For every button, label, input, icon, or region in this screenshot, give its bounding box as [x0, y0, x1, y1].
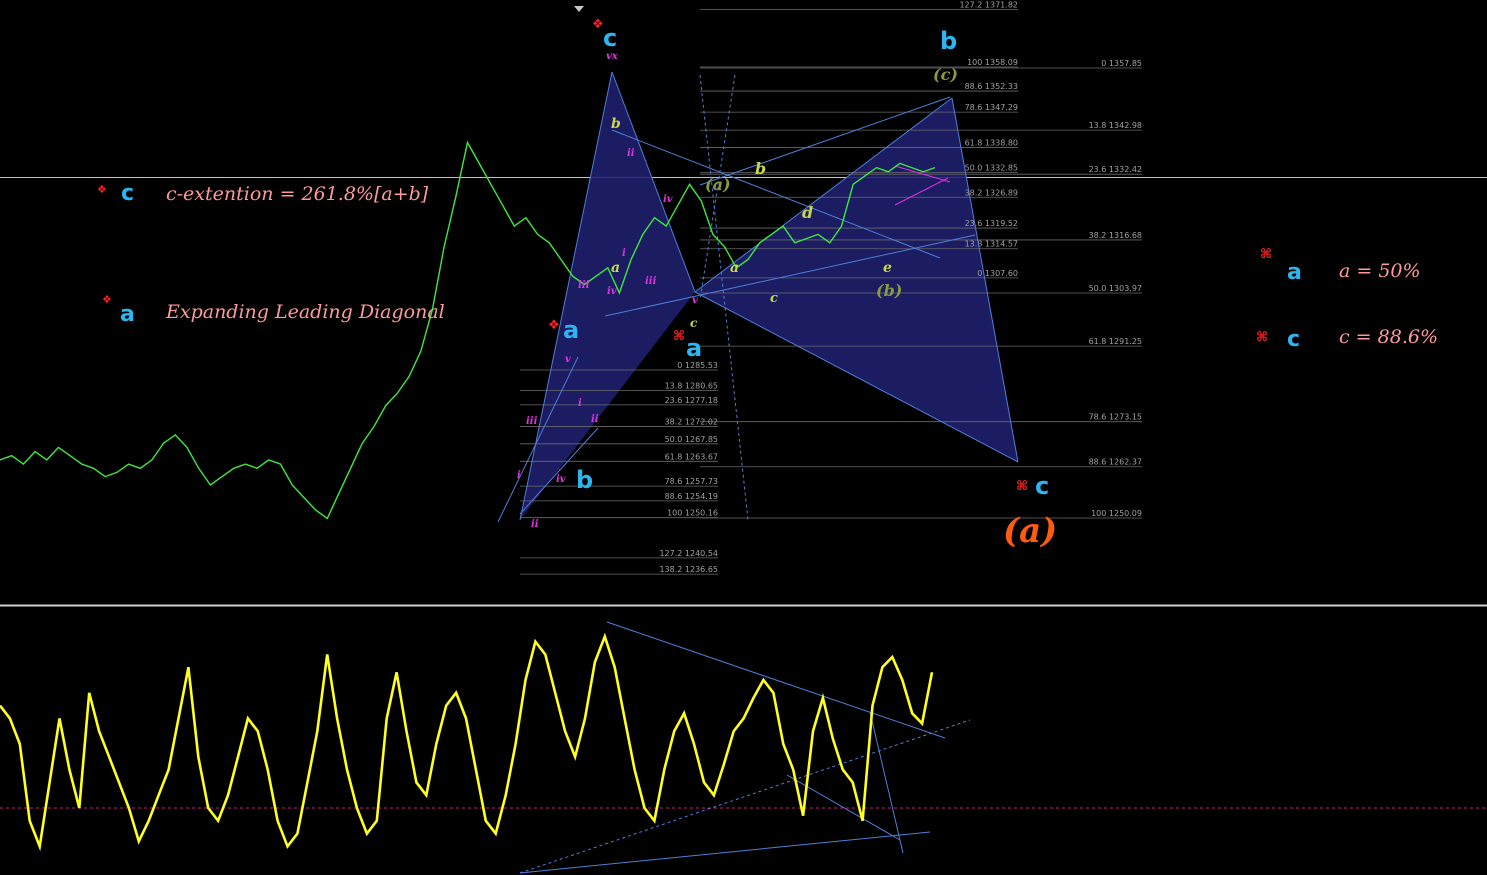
fib-level-label: 88.6 1254.19	[665, 492, 718, 501]
command-icon: ⌘	[1260, 247, 1272, 262]
fib-level-label: 13.8 1342.98	[1089, 121, 1142, 130]
fib-level-label: 50.0 1303.97	[1089, 284, 1142, 293]
legend-wave: a	[120, 302, 135, 327]
wave-label: b	[576, 466, 593, 494]
fib-level-label: 50.0 1332.85	[965, 163, 1018, 172]
fib-level-label: 100 1250.09	[1091, 509, 1142, 518]
intermediate-wave-label: (c)	[933, 65, 958, 84]
fib-level-label: 138.2 1236.65	[659, 565, 718, 574]
sub-wave-label: b	[755, 159, 766, 178]
minor-wave-label: iv	[556, 474, 566, 485]
wave-symbol-icon: ❖	[548, 318, 560, 333]
minor-wave-label: i	[517, 470, 521, 481]
minor-wave-label: iii	[578, 280, 590, 291]
minor-wave-label: iii	[526, 416, 538, 427]
minor-wave-label: i	[622, 248, 626, 259]
sub-wave-label: c	[690, 316, 698, 330]
fib-level-label: 38.2 1272.02	[665, 417, 718, 426]
wave-symbol-icon: ⌘	[1016, 479, 1028, 494]
chart-canvas: 127.2 1371.82 100 1358.09 88.6 1352.33 78.6…	[0, 1, 1487, 874]
sub-wave-label: d	[802, 203, 813, 222]
fib-level-label: 88.6 1262.37	[1089, 458, 1142, 467]
minor-wave-label: v	[565, 354, 571, 365]
fib-level-label: 100 1250.16	[667, 509, 718, 518]
fib-level-label: 13.8 1280.65	[665, 381, 718, 390]
fib-level-label: 78.6 1257.73	[665, 477, 718, 486]
fib-level-label: 23.6 1332.42	[1089, 165, 1142, 174]
minor-wave-label: i	[578, 398, 582, 409]
sub-wave-label: a	[611, 260, 620, 276]
fib-level-label: 61.8 1291.25	[1089, 337, 1142, 346]
fib-level-label: 0 1285.53	[677, 361, 718, 370]
pattern-triangle-2	[695, 98, 1018, 462]
wave-label: c	[1035, 472, 1049, 500]
sub-wave-label: c	[770, 291, 778, 306]
legend-text: Expanding Leading Diagonal	[165, 301, 445, 323]
fib-level-label: 50.0 1267.85	[665, 435, 718, 444]
fib-level-label: 38.2 1326.89	[965, 188, 1018, 197]
fib-level-label: 23.6 1277.18	[665, 396, 718, 405]
legend-wave: c	[1287, 327, 1300, 352]
shift-marker-icon[interactable]	[574, 6, 584, 12]
sub-wave-label: b	[611, 116, 621, 132]
fib-level-label: 0 1357.85	[1101, 59, 1142, 68]
minor-wave-label: iv	[663, 194, 673, 205]
minor-wave-label: iii	[645, 276, 657, 287]
diamond-icon: ❖	[97, 183, 107, 196]
fib-level-label: 61.8 1263.67	[665, 452, 718, 461]
legend-text: c-extention = 261.8%[a+b]	[166, 183, 429, 205]
sub-wave-label: e	[883, 260, 892, 276]
legend-wave: c	[121, 181, 134, 206]
wave-label: a	[686, 334, 702, 362]
legend-wave: a	[1287, 260, 1302, 285]
wave-label: b	[940, 27, 957, 55]
osc-trendline-lower[interactable]	[519, 831, 931, 874]
fib-level-label: 127.2 1240.54	[659, 549, 718, 558]
intermediate-wave-label: (b)	[876, 281, 902, 300]
command-icon: ⌘	[1256, 330, 1268, 345]
wave-label-major: (a)	[1003, 511, 1057, 551]
intermediate-wave-label: (a)	[705, 175, 731, 194]
wave-symbol-icon: ⌘	[673, 329, 685, 344]
minor-wave-label: iv	[607, 286, 617, 297]
minor-wave-label: vx	[606, 51, 619, 62]
minor-wave-label: ii	[531, 519, 539, 530]
fib-level-label: 38.2 1316.68	[1089, 231, 1142, 240]
wave-label: a	[563, 316, 579, 344]
wave-symbol-icon: ❖	[592, 17, 604, 32]
fib-level-label: 100 1358.09	[967, 58, 1018, 67]
sub-wave-label: a	[730, 260, 739, 276]
minor-wave-label: ii	[591, 414, 599, 425]
fib-level-label: 13.8 1314.57	[965, 240, 1018, 249]
fib-level-label: 23.6 1319.52	[965, 219, 1018, 228]
legend-left: ❖ c c-extention = 261.8%[a+b] ❖ a Expand…	[97, 181, 445, 327]
oscillator-series	[0, 632, 934, 852]
fib-level-label: 127.2 1371.82	[959, 1, 1018, 10]
legend-right: ⌘ a a = 50% ⌘ c c = 88.6%	[1256, 247, 1438, 352]
diamond-icon: ❖	[102, 293, 112, 306]
fib-level-label: 88.6 1352.33	[965, 82, 1018, 91]
fib-level-label: 78.6 1273.15	[1089, 413, 1142, 422]
legend-text: c = 88.6%	[1339, 326, 1438, 348]
fib-level-label: 78.6 1347.29	[965, 103, 1018, 112]
wave-label: c	[603, 24, 617, 52]
fib-level-label: 61.8 1338.80	[965, 139, 1018, 148]
minor-wave-label: v	[692, 295, 698, 306]
osc-trendline-upper[interactable]	[606, 621, 946, 739]
legend-text: a = 50%	[1339, 260, 1421, 282]
minor-wave-label: ii	[627, 148, 635, 159]
